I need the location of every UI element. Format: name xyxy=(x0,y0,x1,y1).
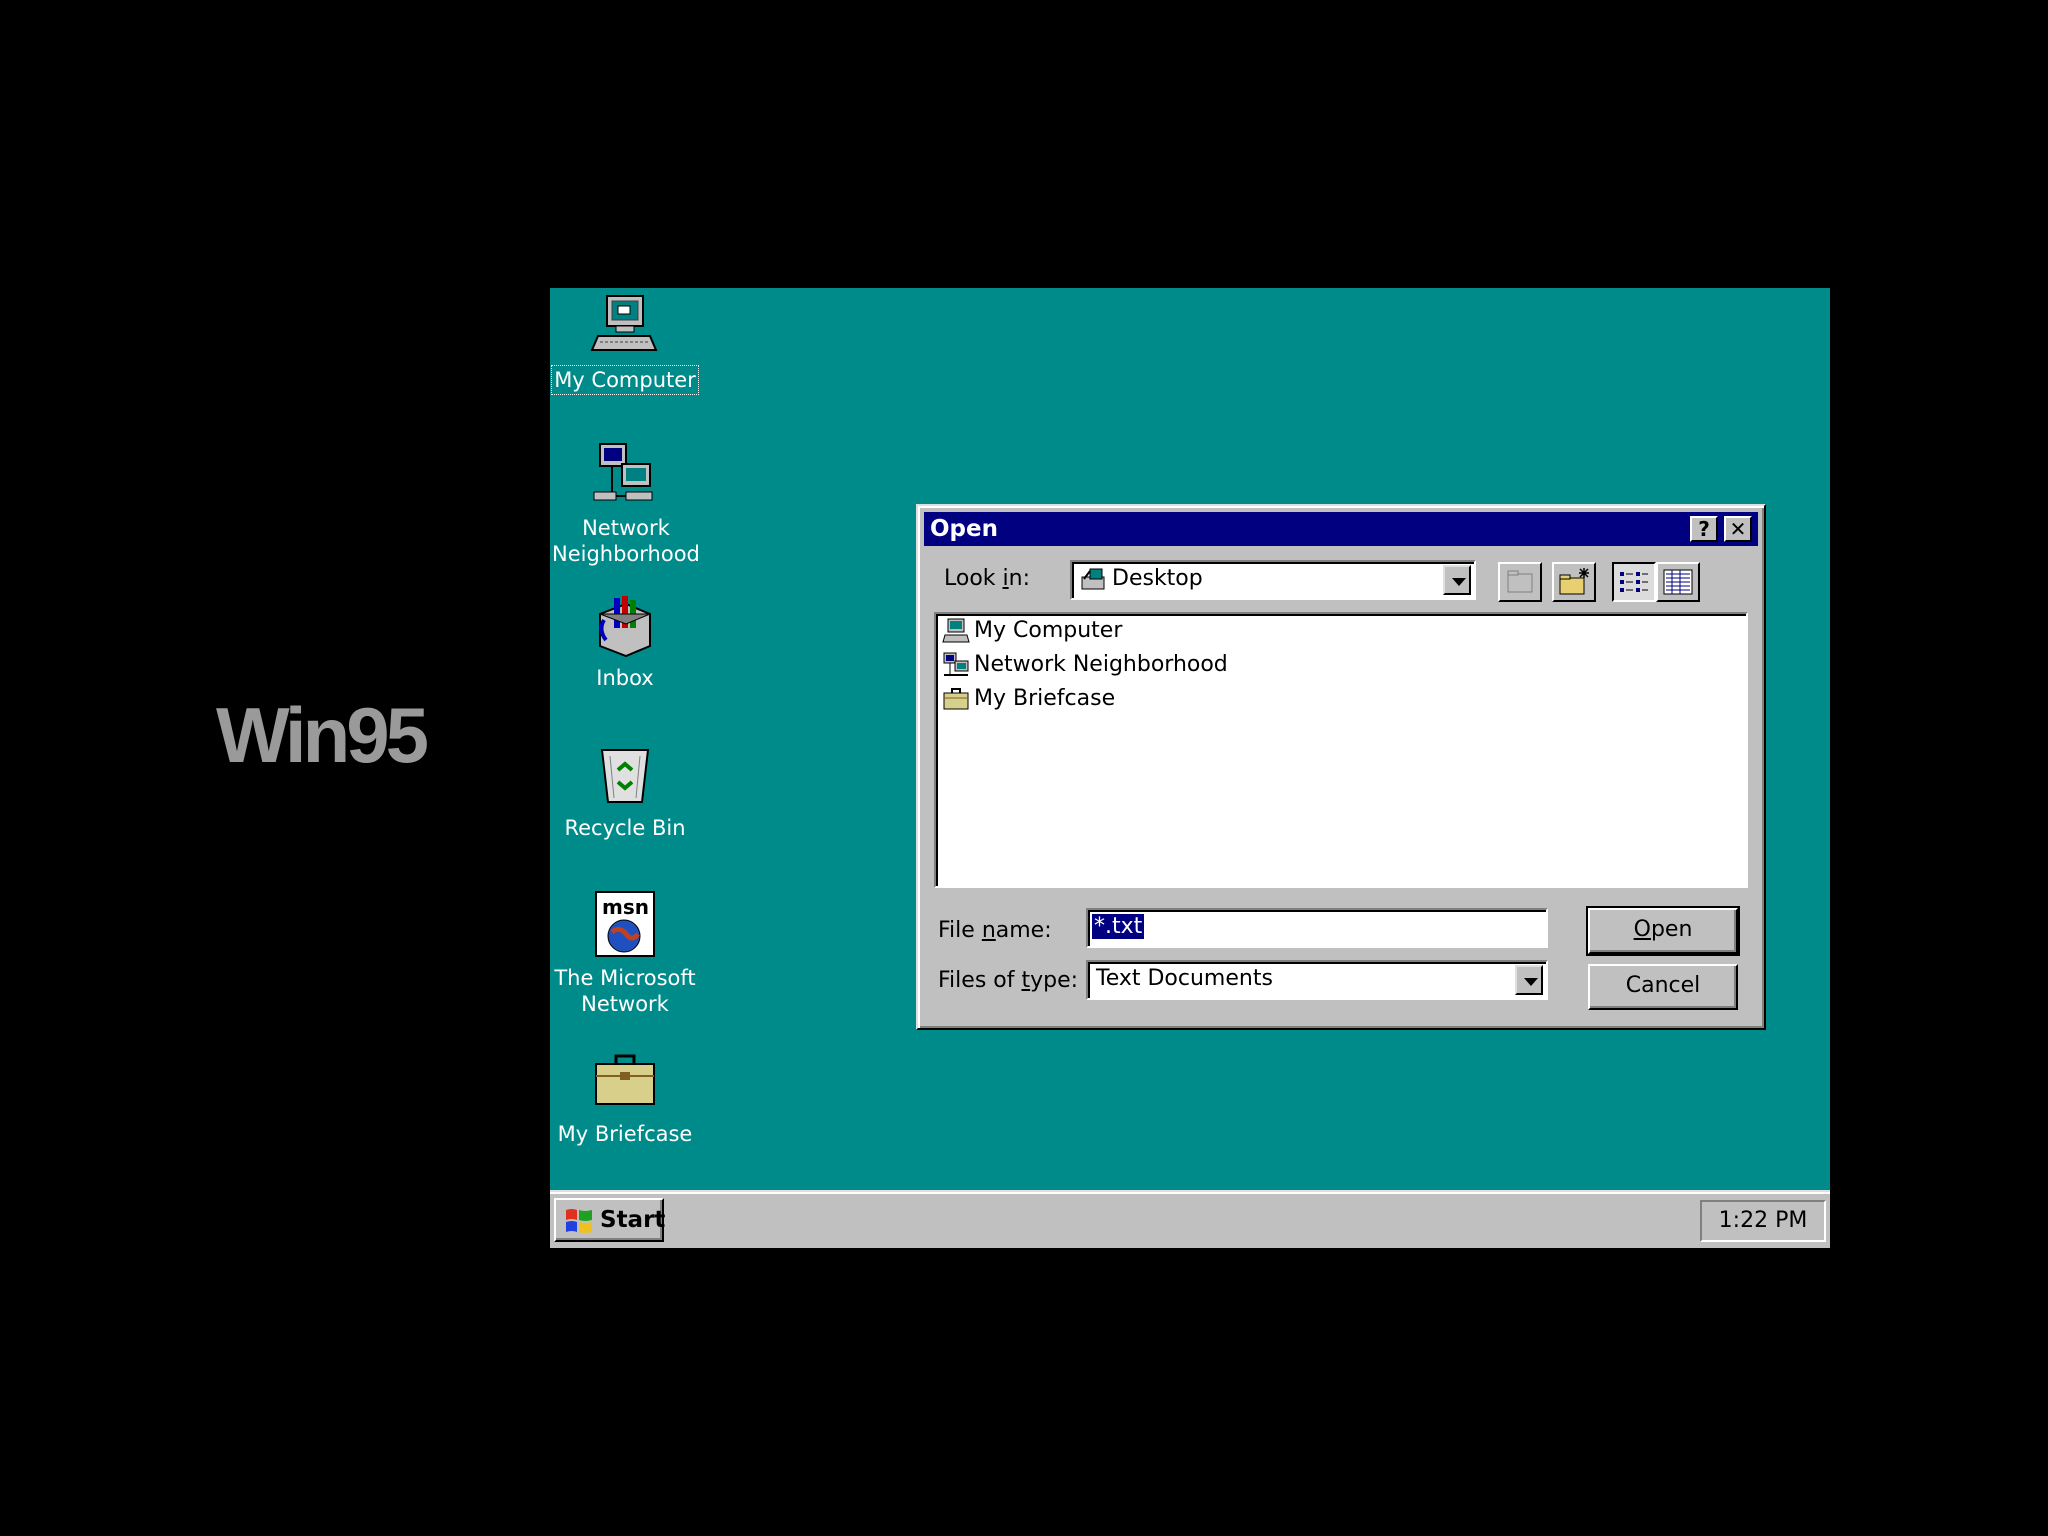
computer-icon xyxy=(942,618,970,644)
taskbar: Start 1:22 PM xyxy=(550,1190,1830,1248)
dialog-title: Open xyxy=(930,516,998,542)
help-button[interactable]: ? xyxy=(1690,516,1718,542)
chevron-down-icon[interactable] xyxy=(1443,565,1471,595)
desktop-icon-network-neighborhood[interactable]: Network Neighborhood xyxy=(550,440,700,568)
close-button[interactable]: ✕ xyxy=(1724,516,1752,542)
file-name: My Briefcase xyxy=(974,686,1116,711)
desktop-icon-microsoft-network[interactable]: msn The Microsoft Network xyxy=(550,890,700,1018)
caption-title: Win95 xyxy=(216,691,429,779)
desktop-icon-my-briefcase[interactable]: My Briefcase xyxy=(550,1046,700,1148)
details-view-icon xyxy=(1663,569,1693,595)
recycle-bin-icon xyxy=(590,740,660,810)
list-item[interactable]: My Computer xyxy=(942,616,1122,646)
new-folder-button[interactable] xyxy=(1552,562,1596,602)
svg-text:msn: msn xyxy=(602,895,649,919)
desktop-icon-label: The Microsoft Network xyxy=(554,966,696,1016)
network-icon xyxy=(942,652,970,678)
chevron-down-icon[interactable] xyxy=(1515,965,1543,995)
up-folder-icon xyxy=(1507,570,1533,593)
up-one-level-button[interactable] xyxy=(1498,562,1542,602)
briefcase-icon xyxy=(942,686,970,712)
file-name-input[interactable]: *.txt xyxy=(1086,908,1548,948)
cancel-button[interactable]: Cancel xyxy=(1588,964,1738,1010)
start-button[interactable]: Start xyxy=(554,1198,666,1242)
file-name: My Computer xyxy=(974,618,1123,643)
desktop-icon-label: Inbox xyxy=(596,666,654,690)
desktop-icon-inbox[interactable]: Inbox xyxy=(550,590,700,692)
list-view-button[interactable] xyxy=(1612,562,1656,602)
inbox-icon xyxy=(590,590,660,660)
msn-icon: msn xyxy=(590,890,660,960)
look-in-label: Look in: xyxy=(944,566,1031,591)
desktop-icon-my-computer[interactable]: My Computer xyxy=(550,292,700,395)
start-label: Start xyxy=(600,1207,666,1233)
look-in-value: Desktop xyxy=(1112,566,1203,591)
desktop-icon-label: Network Neighborhood xyxy=(552,516,700,566)
system-tray-clock[interactable]: 1:22 PM xyxy=(1700,1200,1826,1242)
file-type-label: Files of type: xyxy=(938,968,1079,993)
file-type-value: Text Documents xyxy=(1096,966,1273,991)
file-name-value: *.txt xyxy=(1092,914,1145,939)
file-list[interactable]: My Computer Network Neighborhood My Brie… xyxy=(934,612,1748,888)
list-view-icon xyxy=(1620,572,1648,592)
dialog-titlebar[interactable]: Open ? ✕ xyxy=(924,512,1758,546)
desktop-icon-label: Recycle Bin xyxy=(564,816,686,840)
look-in-dropdown[interactable]: Desktop xyxy=(1070,560,1476,600)
file-name-label: File name: xyxy=(938,918,1052,943)
network-icon xyxy=(590,440,660,510)
computer-icon xyxy=(590,292,660,362)
open-dialog[interactable]: Open ? ✕ Look in: Desktop My Computer Ne… xyxy=(916,504,1766,1030)
windows-logo-icon xyxy=(566,1209,592,1233)
desktop[interactable]: My Computer Network Neighborhood Inbox R… xyxy=(550,288,1830,1248)
desktop-icon xyxy=(1081,568,1105,590)
file-name: Network Neighborhood xyxy=(974,652,1228,677)
desktop-icon-label: My Briefcase xyxy=(557,1122,693,1146)
open-button[interactable]: Open xyxy=(1586,906,1740,956)
new-folder-icon xyxy=(1559,568,1589,595)
desktop-icon-recycle-bin[interactable]: Recycle Bin xyxy=(550,740,700,842)
briefcase-icon xyxy=(590,1046,660,1116)
file-type-dropdown[interactable]: Text Documents xyxy=(1086,960,1548,1000)
list-item[interactable]: Network Neighborhood xyxy=(942,650,1228,680)
list-item[interactable]: My Briefcase xyxy=(942,684,1115,714)
details-view-button[interactable] xyxy=(1656,562,1700,602)
desktop-icon-label: My Computer xyxy=(551,365,699,395)
